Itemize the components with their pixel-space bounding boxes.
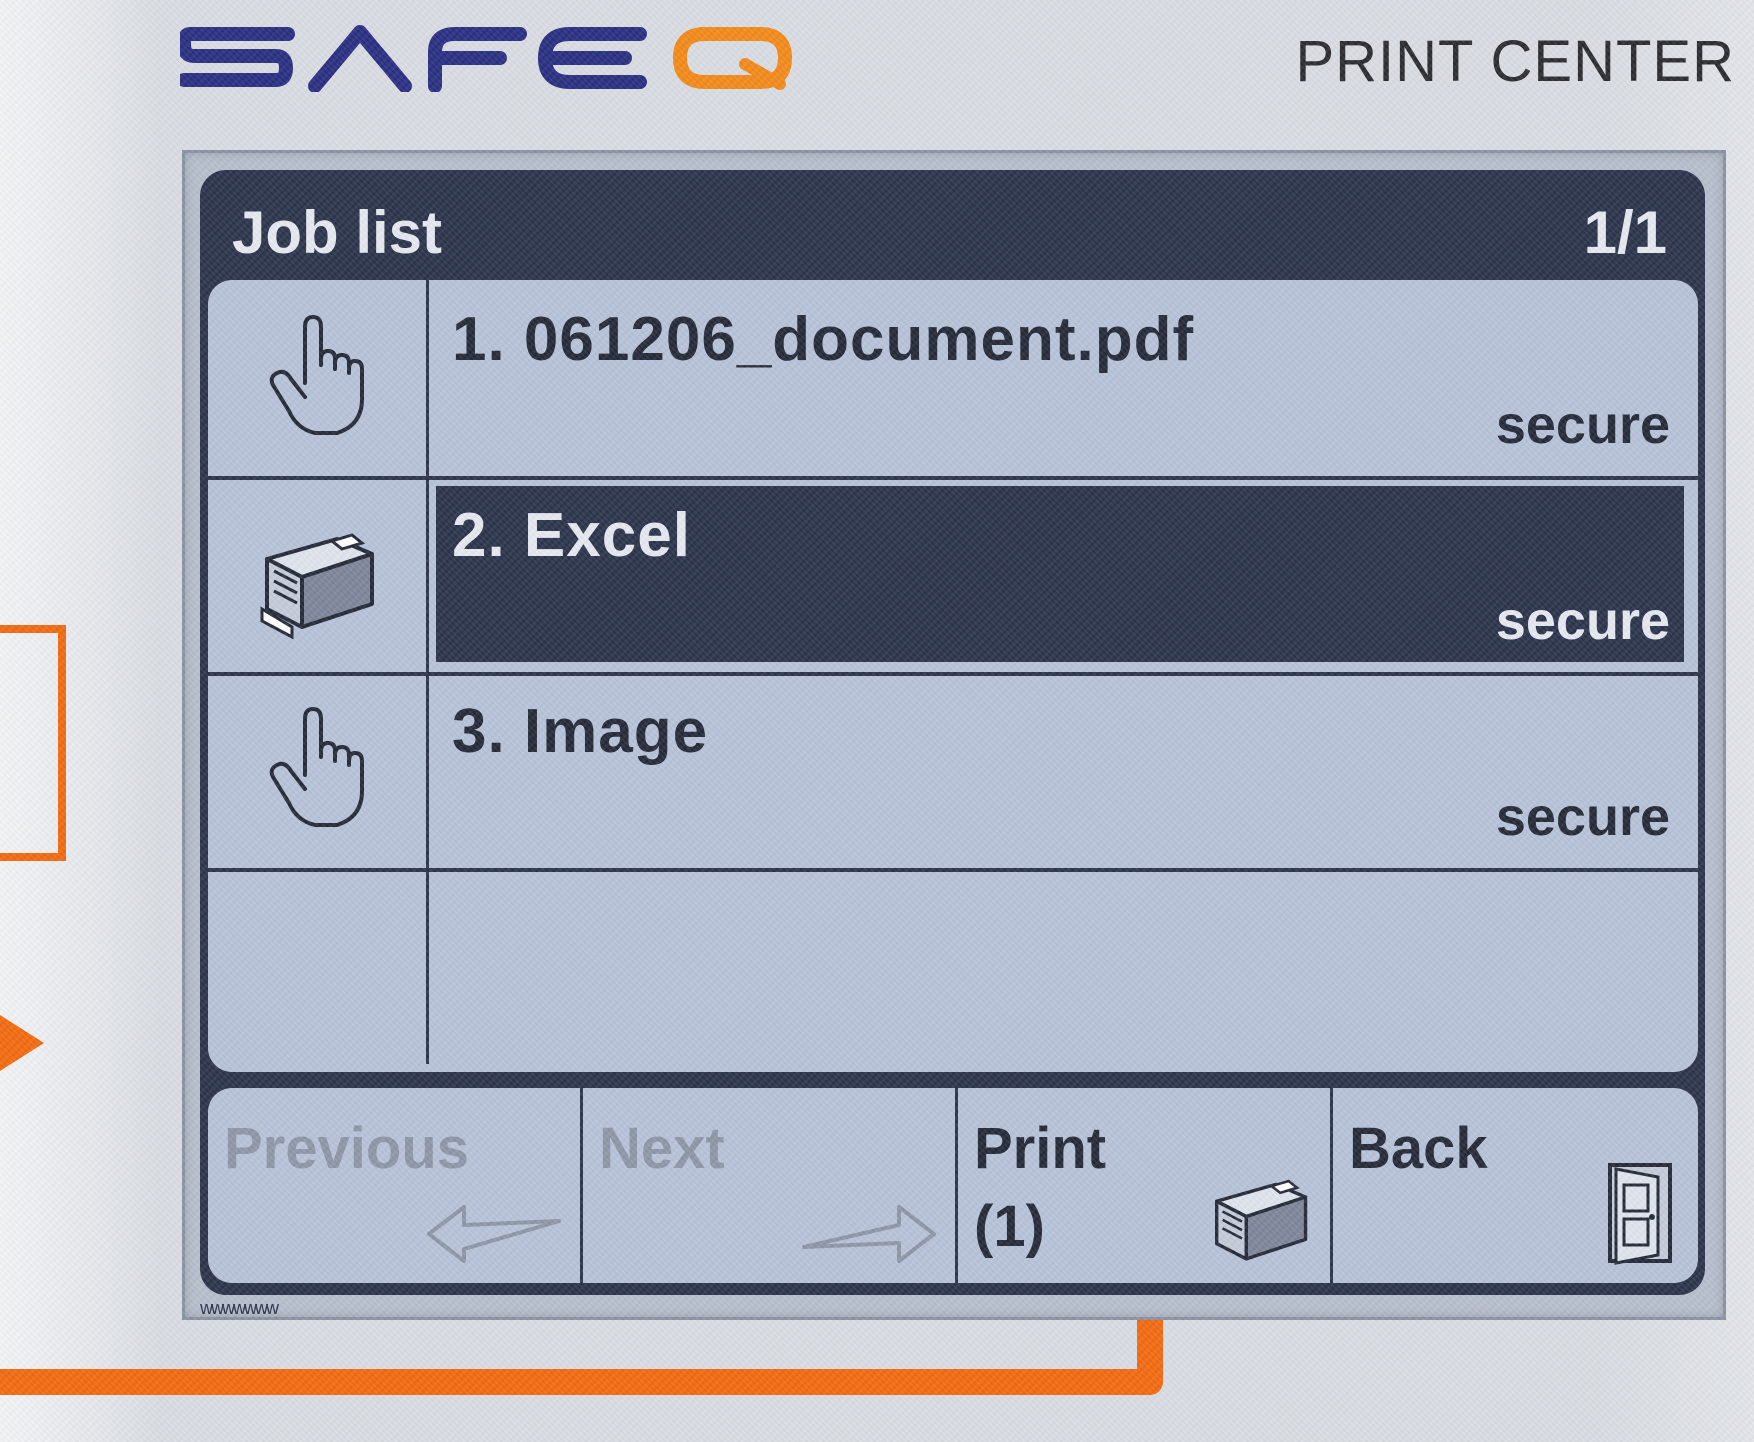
job-icon-cell — [208, 280, 429, 476]
page: PRINT CENTER Job list 1/1 1. 061206_docu… — [0, 0, 1754, 1442]
screen-header: Job list 1/1 — [200, 170, 1705, 280]
empty-job-row — [208, 868, 1698, 1064]
next-button-label: Next — [599, 1116, 725, 1181]
screen-title: Job list — [232, 199, 443, 266]
job-icon-cell — [208, 476, 429, 672]
device-screen: Job list 1/1 1. 061206_document.pdf secu… — [200, 170, 1705, 1295]
print-button-label: Print (1) — [974, 1116, 1107, 1259]
button-bar: Previous Next Print (1) Back — [208, 1088, 1698, 1283]
back-button-label: Back — [1349, 1116, 1488, 1181]
job-list: 1. 061206_document.pdf secure 2. Excel s… — [208, 280, 1698, 1072]
corner-mark: wwwwwww — [200, 1298, 279, 1318]
print-button[interactable]: Print (1) — [958, 1088, 1333, 1283]
previous-button-label: Previous — [224, 1116, 469, 1181]
job-name: 1. 061206_document.pdf — [452, 305, 1195, 374]
job-name: 3. Image — [452, 697, 709, 766]
job-name: 2. Excel — [452, 501, 691, 570]
job-details: 3. Image secure — [436, 682, 1684, 858]
job-status: secure — [1495, 787, 1670, 847]
next-button[interactable]: Next — [583, 1088, 958, 1283]
page-indicator: 1/1 — [1583, 199, 1667, 266]
job-icon-cell — [208, 868, 429, 1064]
hand-pointer-icon — [269, 315, 364, 435]
exit-door-icon — [1608, 1163, 1672, 1265]
job-status: secure — [1495, 395, 1670, 455]
arrow-right-icon — [802, 1205, 936, 1263]
job-row-selected[interactable]: 2. Excel secure — [208, 476, 1698, 676]
job-row[interactable]: 1. 061206_document.pdf secure — [208, 280, 1698, 480]
hand-pointer-icon — [269, 707, 364, 827]
arrow-left-icon — [427, 1205, 561, 1263]
job-details: 2. Excel secure — [436, 486, 1684, 662]
printer-icon — [260, 533, 374, 639]
previous-button[interactable]: Previous — [208, 1088, 583, 1283]
printer-icon — [1215, 1179, 1308, 1261]
job-status: secure — [1495, 591, 1670, 651]
back-button[interactable]: Back — [1333, 1088, 1698, 1283]
job-icon-cell — [208, 672, 429, 868]
job-details: 1. 061206_document.pdf secure — [436, 290, 1684, 466]
job-row[interactable]: 3. Image secure — [208, 672, 1698, 872]
